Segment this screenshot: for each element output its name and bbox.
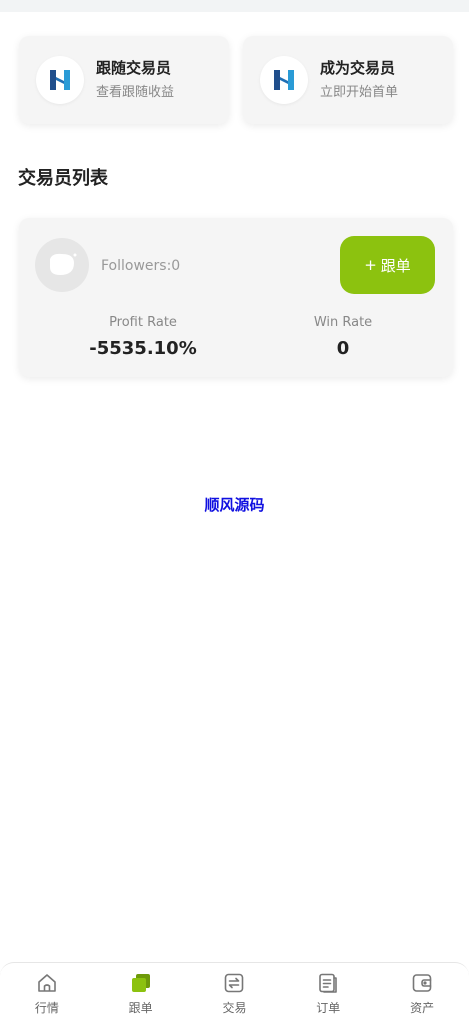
tab-trade[interactable]: 交易 [199,971,269,1016]
avatar-placeholder-icon [50,253,77,275]
follow-button[interactable]: + 跟单 [340,236,435,294]
tab-orders-label: 订单 [316,1001,341,1015]
profit-rate-label: Profit Rate [109,315,177,330]
follow-trader-subtitle: 查看跟随收益 [96,85,175,100]
tab-trade-label: 交易 [222,1001,247,1015]
brand-logo [36,56,84,104]
become-trader-card[interactable]: 成为交易员 立即开始首单 [243,36,453,124]
plus-icon: + [364,256,377,274]
tab-assets-label: 资产 [410,1001,435,1015]
profit-rate-stat: Profit Rate -5535.10% [63,314,223,359]
avatar [35,238,89,292]
win-rate-stat: Win Rate 0 [263,314,423,359]
bottom-tab-bar: 行情 跟单 交易 订单 资产 [0,962,469,1024]
trader-card[interactable]: Followers:0 + 跟单 Profit Rate -5535.10% W… [19,218,453,377]
become-trader-title: 成为交易员 [320,59,396,77]
followers-count: Followers:0 [101,258,181,274]
home-icon [35,971,59,995]
h-logo-icon [50,70,70,90]
copy-trade-icon [129,971,153,995]
follow-button-label: 跟单 [380,256,411,275]
brand-logo [260,56,308,104]
wallet-icon [410,971,434,995]
watermark-text: 顺风源码 [204,496,265,514]
orders-icon [316,971,340,995]
tab-orders[interactable]: 订单 [293,971,363,1016]
follow-trader-title: 跟随交易员 [96,59,172,77]
trader-list-title: 交易员列表 [18,168,108,189]
tab-market-label: 行情 [34,1001,59,1015]
win-rate-label: Win Rate [313,315,373,330]
top-strip [0,0,469,12]
tab-copy-trade[interactable]: 跟单 [106,971,176,1016]
h-logo-icon [274,70,294,90]
exchange-icon [222,971,246,995]
profit-rate-value: -5535.10% [89,338,197,359]
follow-trader-card[interactable]: 跟随交易员 查看跟随收益 [19,36,229,124]
tab-assets[interactable]: 资产 [387,971,457,1016]
tab-market[interactable]: 行情 [12,971,82,1016]
tab-copy-trade-label: 跟单 [128,1001,153,1015]
become-trader-subtitle: 立即开始首单 [320,85,399,100]
win-rate-value: 0 [336,338,350,359]
